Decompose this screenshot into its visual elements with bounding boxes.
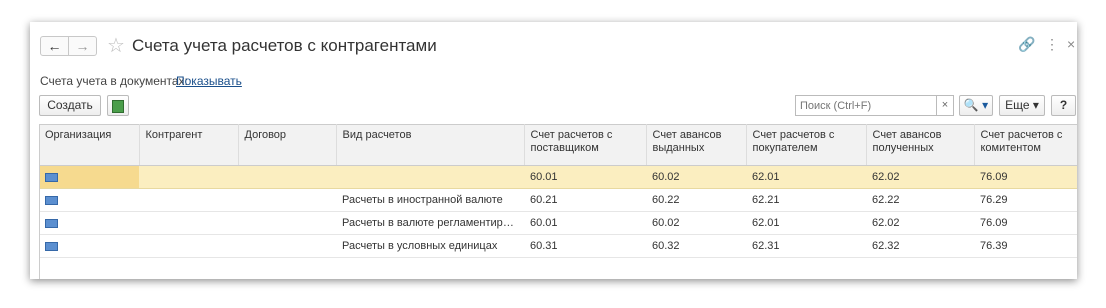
advances-received-cell: 62.32 — [866, 234, 974, 258]
counterparty-cell — [139, 188, 238, 212]
advances-issued-cell: 60.02 — [646, 211, 746, 235]
more-button[interactable]: Еще ▾ — [999, 95, 1045, 116]
customer-account-cell: 62.21 — [746, 188, 866, 212]
supplier-account-cell: 60.21 — [524, 188, 646, 212]
col-customer-account[interactable]: Счет расчетов с покупателем — [746, 124, 867, 166]
col-counterparty[interactable]: Контрагент — [139, 124, 239, 166]
settlement-type-cell: Расчеты в условных единицах — [336, 234, 524, 258]
page-title: Счета учета расчетов с контрагентами — [132, 36, 437, 55]
row-type-cell — [39, 165, 139, 189]
col-advances-issued[interactable]: Счет авансов выданных — [646, 124, 747, 166]
col-committent-account[interactable]: Счет расчетов с комитентом — [974, 124, 1077, 166]
advances-received-cell: 62.02 — [866, 211, 974, 235]
supplier-account-cell: 60.01 — [524, 165, 646, 189]
committent-account-cell: 76.39 — [974, 234, 1077, 258]
counterparty-cell — [139, 211, 238, 235]
advances-issued-cell: 60.22 — [646, 188, 746, 212]
row-type-cell — [39, 211, 139, 235]
record-icon — [45, 195, 58, 205]
contract-cell — [238, 188, 336, 212]
row-type-cell — [39, 234, 139, 258]
create-button[interactable]: Создать — [39, 95, 101, 116]
col-organization[interactable]: Организация — [39, 124, 140, 166]
record-icon — [45, 172, 58, 182]
link-icon[interactable]: 🔗 — [1018, 36, 1035, 53]
search-clear-button[interactable]: × — [936, 95, 954, 116]
counterparty-cell — [139, 165, 238, 189]
committent-account-cell: 76.09 — [974, 165, 1077, 189]
counterparty-cell — [139, 234, 238, 258]
back-button[interactable]: ← — [40, 36, 69, 56]
supplier-account-cell: 60.01 — [524, 211, 646, 235]
help-button[interactable]: ? — [1051, 95, 1076, 116]
accounts-table: Организация Контрагент Договор Вид расче… — [39, 124, 1077, 258]
table-row[interactable]: Расчеты в условных единицах 60.31 60.32 … — [39, 234, 1077, 258]
advances-received-cell: 62.22 — [866, 188, 974, 212]
contract-cell — [238, 211, 336, 235]
forward-button[interactable]: → — [68, 36, 97, 56]
settlement-type-cell — [336, 165, 524, 189]
advances-issued-cell: 60.32 — [646, 234, 746, 258]
customer-account-cell: 62.01 — [746, 211, 866, 235]
col-contract[interactable]: Договор — [238, 124, 337, 166]
record-icon — [45, 241, 58, 251]
close-icon[interactable]: × — [1067, 36, 1075, 52]
table-row[interactable]: Расчеты в иностранной валюте 60.21 60.22… — [39, 188, 1077, 212]
col-supplier-account[interactable]: Счет расчетов с поставщиком — [524, 124, 647, 166]
search-button[interactable]: 🔍 ▾ — [959, 95, 993, 116]
spreadsheet-icon — [112, 100, 124, 113]
favorite-star-icon[interactable]: ☆ — [107, 33, 125, 58]
export-button[interactable] — [107, 95, 129, 116]
col-settlement-type[interactable]: Вид расчетов — [336, 124, 525, 166]
table-header: Организация Контрагент Договор Вид расче… — [39, 124, 1077, 166]
docs-accounts-label: Счета учета в документах: — [40, 74, 188, 88]
settlement-type-cell: Расчеты в валюте регламентиро... — [336, 211, 524, 235]
advances-issued-cell: 60.02 — [646, 165, 746, 189]
advances-received-cell: 62.02 — [866, 165, 974, 189]
search-input[interactable] — [795, 95, 954, 116]
committent-account-cell: 76.29 — [974, 188, 1077, 212]
more-actions-icon[interactable]: ⋮ — [1045, 36, 1059, 53]
table-row[interactable]: Расчеты в валюте регламентиро... 60.01 6… — [39, 211, 1077, 235]
settlement-type-cell: Расчеты в иностранной валюте — [336, 188, 524, 212]
record-icon — [45, 218, 58, 228]
table-row[interactable]: 60.01 60.02 62.01 62.02 76.09 — [39, 165, 1077, 189]
table-left-border — [39, 124, 40, 279]
committent-account-cell: 76.09 — [974, 211, 1077, 235]
supplier-account-cell: 60.31 — [524, 234, 646, 258]
col-advances-received[interactable]: Счет авансов полученных — [866, 124, 975, 166]
customer-account-cell: 62.31 — [746, 234, 866, 258]
contract-cell — [238, 234, 336, 258]
row-type-cell — [39, 188, 139, 212]
contract-cell — [238, 165, 336, 189]
form-window: ← → ☆ Счета учета расчетов с контрагента… — [30, 22, 1077, 279]
customer-account-cell: 62.01 — [746, 165, 866, 189]
show-accounts-link[interactable]: Показывать — [176, 74, 242, 88]
